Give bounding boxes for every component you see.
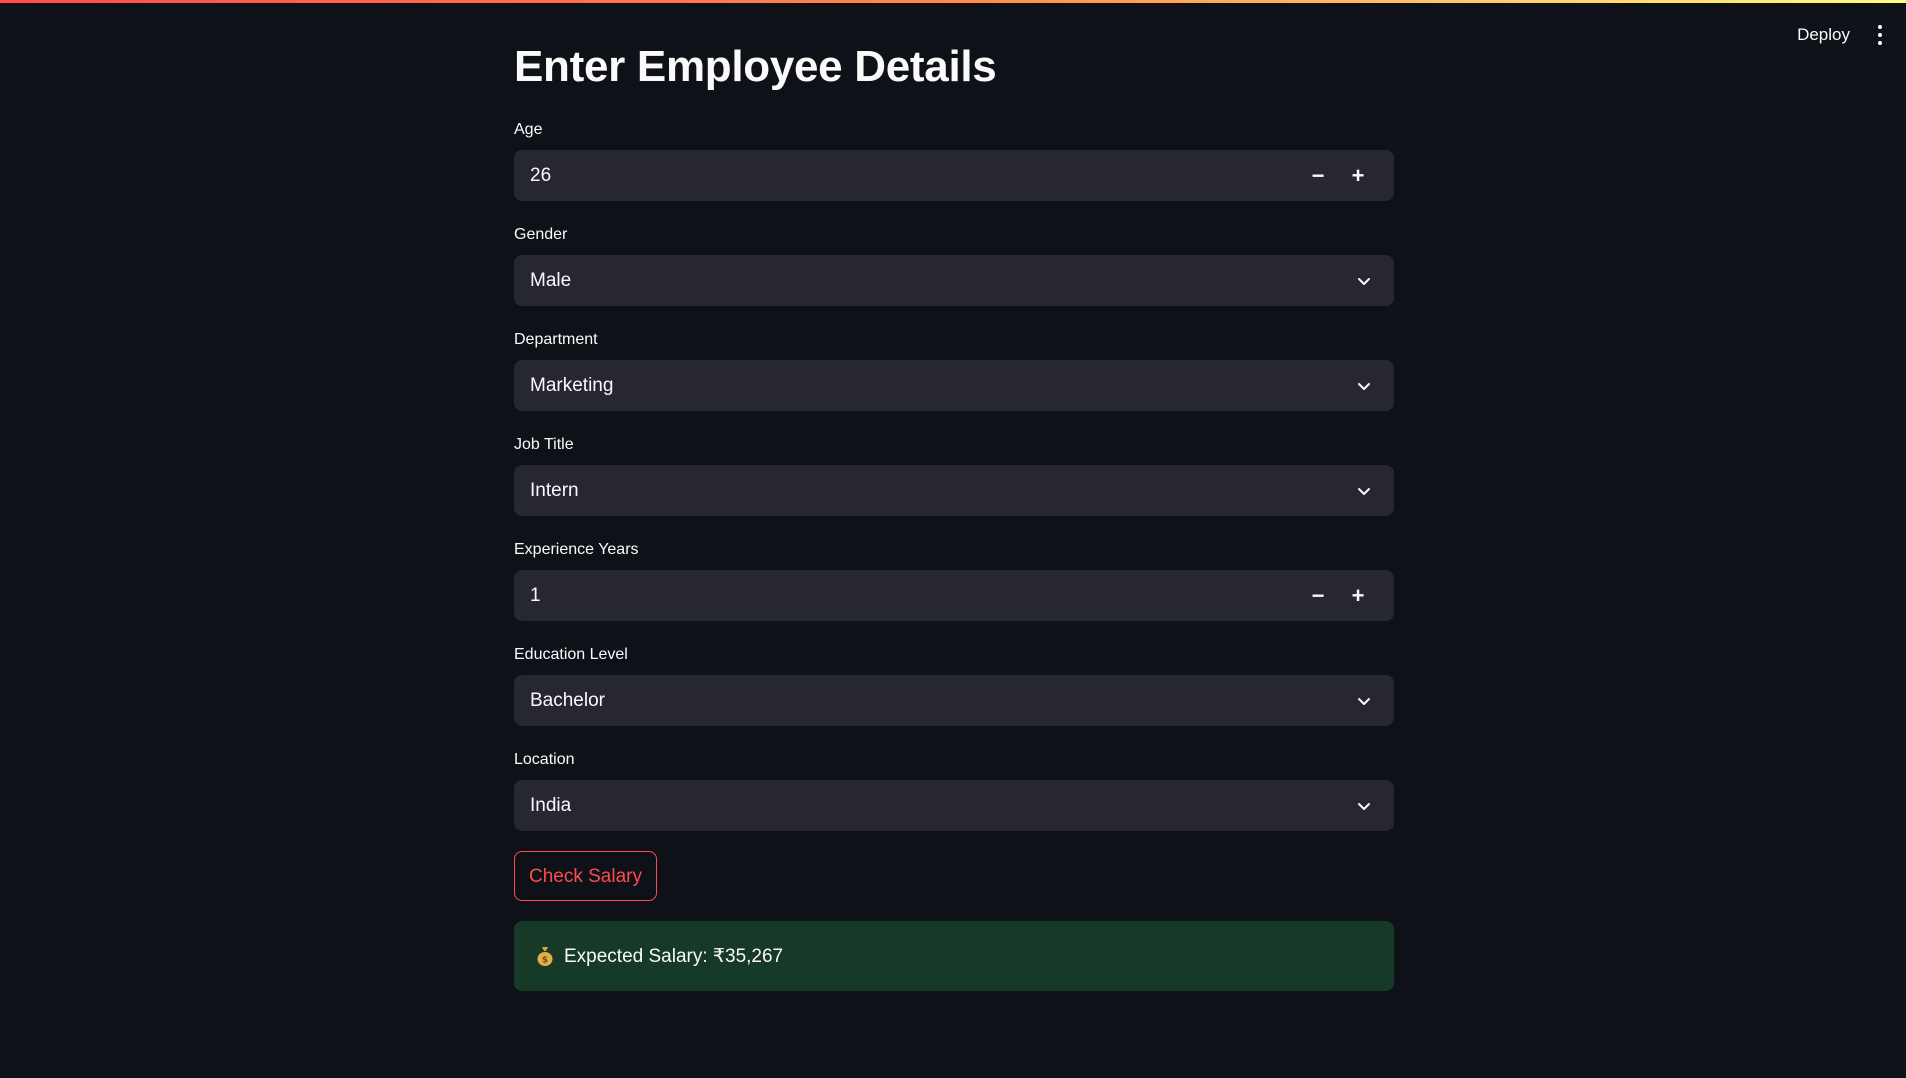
location-select[interactable]: India [514, 780, 1394, 831]
experience-decrement-button[interactable]: − [1298, 570, 1338, 621]
department-label: Department [514, 331, 598, 348]
experience-label: Experience Years [514, 541, 639, 558]
experience-field: Experience Years 1 − + [514, 540, 1394, 621]
salary-result-text: Expected Salary: ₹35,267 [564, 945, 784, 967]
department-value: Marketing [530, 374, 614, 396]
experience-increment-button[interactable]: + [1338, 570, 1378, 621]
location-value: India [530, 794, 572, 816]
age-value[interactable]: 26 [530, 165, 1298, 187]
education-field: Education Level Bachelor [514, 645, 1394, 726]
salary-result-alert: $ Expected Salary: ₹35,267 [514, 921, 1394, 991]
job-title-field: Job Title Intern [514, 435, 1394, 516]
experience-stepper: − + [1298, 570, 1378, 621]
job-title-label: Job Title [514, 436, 574, 453]
education-select[interactable]: Bachelor [514, 675, 1394, 726]
age-stepper: − + [1298, 150, 1378, 201]
job-title-value: Intern [530, 479, 579, 501]
location-field: Location India [514, 750, 1394, 831]
chevron-down-icon[interactable] [1350, 477, 1378, 505]
department-field: Department Marketing [514, 330, 1394, 411]
age-decrement-button[interactable]: − [1298, 150, 1338, 201]
top-decoration-bar [0, 0, 1906, 3]
chevron-down-icon[interactable] [1350, 372, 1378, 400]
job-title-select[interactable]: Intern [514, 465, 1394, 516]
gender-value: Male [530, 269, 572, 291]
location-label: Location [514, 751, 575, 768]
gender-select[interactable]: Male [514, 255, 1394, 306]
vertical-dots-icon[interactable] [1872, 22, 1888, 48]
page-title: Enter Employee Details [514, 42, 997, 91]
gender-field: Gender Male [514, 225, 1394, 306]
age-field: Age 26 − + [514, 120, 1394, 201]
main-form: Enter Employee Details Age 26 − + Gender… [514, 42, 1394, 991]
money-bag-icon: $ [536, 945, 554, 967]
chevron-down-icon[interactable] [1350, 792, 1378, 820]
department-select[interactable]: Marketing [514, 360, 1394, 411]
gender-label: Gender [514, 226, 568, 243]
age-increment-button[interactable]: + [1338, 150, 1378, 201]
check-salary-button[interactable]: Check Salary [514, 851, 657, 901]
age-label: Age [514, 121, 543, 138]
experience-value[interactable]: 1 [530, 585, 1298, 607]
header-actions: Deploy [1797, 22, 1888, 48]
education-label: Education Level [514, 646, 628, 663]
education-value: Bachelor [530, 689, 605, 711]
chevron-down-icon[interactable] [1350, 267, 1378, 295]
chevron-down-icon[interactable] [1350, 687, 1378, 715]
deploy-button[interactable]: Deploy [1797, 25, 1850, 45]
svg-text:$: $ [542, 956, 548, 966]
experience-input[interactable]: 1 − + [514, 570, 1394, 621]
age-input[interactable]: 26 − + [514, 150, 1394, 201]
